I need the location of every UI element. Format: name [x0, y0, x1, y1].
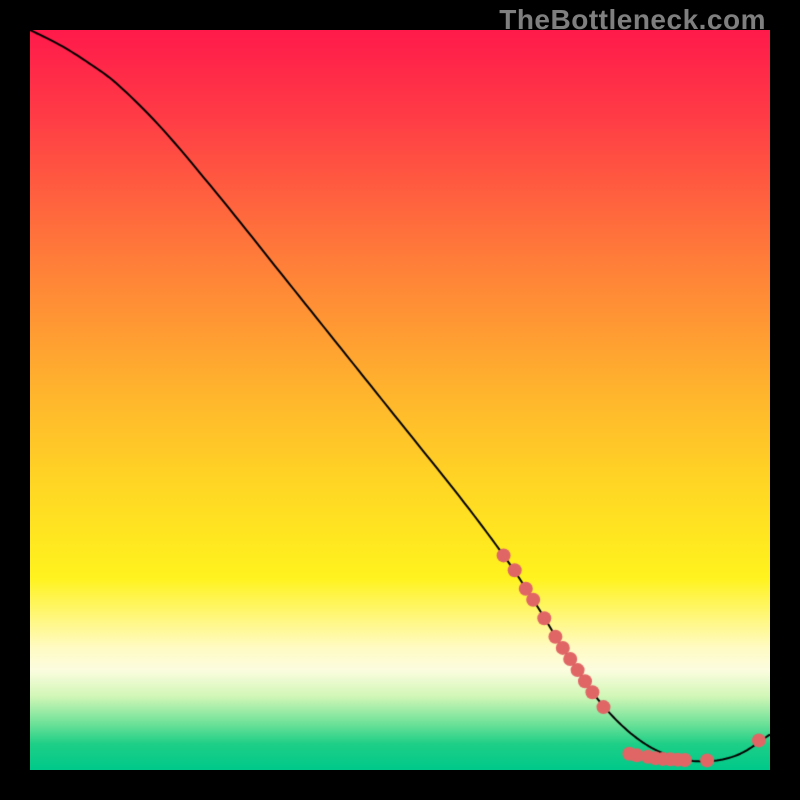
- chart-area: [30, 30, 770, 770]
- curve-canvas: [30, 30, 770, 770]
